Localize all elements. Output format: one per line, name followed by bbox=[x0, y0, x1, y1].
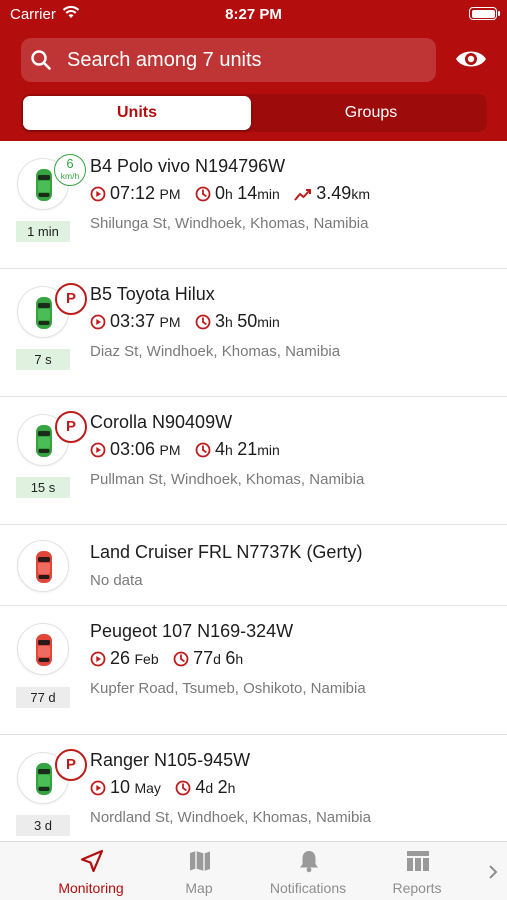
unit-row[interactable]: 6 km/h 1 min B4 Polo vivo N194796W 07:12… bbox=[0, 141, 507, 269]
play-circle-icon bbox=[90, 442, 106, 458]
unit-row[interactable]: P 3 d Ranger N105-945W 10 May 4d 2h Nord… bbox=[0, 735, 507, 841]
unit-row[interactable]: P 7 s B5 Toyota Hilux 03:37 PM 3h 50min … bbox=[0, 269, 507, 397]
tab-reports[interactable]: Reports bbox=[362, 842, 472, 900]
unit-list: 6 km/h 1 min B4 Polo vivo N194796W 07:12… bbox=[0, 141, 507, 841]
battery-icon bbox=[469, 7, 500, 20]
unit-row[interactable]: Land Cruiser FRL N7737K (Gerty) No data bbox=[0, 525, 507, 606]
parked-badge: P bbox=[55, 283, 87, 315]
unit-info-line: 03:06 PM 4h 21min bbox=[90, 439, 290, 465]
parked-badge: P bbox=[55, 411, 87, 443]
unit-info-line: 07:12 PM 0h 14min 3.49km bbox=[90, 183, 380, 209]
eye-icon[interactable] bbox=[455, 46, 487, 77]
duration: 4h 21min bbox=[195, 439, 280, 460]
speed-badge: 6 km/h bbox=[54, 154, 86, 186]
navigation-arrow-icon bbox=[80, 849, 104, 873]
tab-label: Monitoring bbox=[58, 880, 124, 896]
duration: 4d 2h bbox=[175, 777, 235, 798]
clock: 8:27 PM bbox=[225, 6, 282, 23]
bell-icon bbox=[300, 851, 318, 873]
unit-address: No data bbox=[90, 572, 143, 589]
play-circle-icon bbox=[90, 186, 106, 202]
unit-row[interactable]: 77 d Peugeot 107 N169-324W 26 Feb 77d 6h… bbox=[0, 606, 507, 735]
table-icon bbox=[407, 851, 429, 871]
search-placeholder: Search among 7 units bbox=[67, 49, 262, 71]
clock-icon bbox=[175, 780, 191, 796]
unit-name: Ranger N105-945W bbox=[90, 750, 251, 770]
event-date: 26 Feb bbox=[90, 648, 159, 669]
clock-icon bbox=[195, 442, 211, 458]
tab-monitoring[interactable]: Monitoring bbox=[36, 842, 146, 900]
tab-map[interactable]: Map bbox=[144, 842, 254, 900]
search-input[interactable]: Search among 7 units bbox=[21, 38, 436, 82]
unit-address: Pullman St, Windhoek, Khomas, Namibia bbox=[90, 471, 365, 488]
map-icon bbox=[190, 851, 210, 871]
play-circle-icon bbox=[90, 780, 106, 796]
car-icon bbox=[36, 297, 52, 329]
car-icon bbox=[36, 425, 52, 457]
play-circle-icon bbox=[90, 651, 106, 667]
parked-badge: P bbox=[55, 749, 87, 781]
vehicle-avatar bbox=[17, 540, 69, 592]
car-icon bbox=[36, 634, 52, 666]
car-icon bbox=[36, 169, 52, 201]
last-update-age: 15 s bbox=[16, 477, 70, 498]
distance: 3.49km bbox=[294, 183, 370, 204]
unit-address: Diaz St, Windhoek, Khomas, Namibia bbox=[90, 343, 341, 360]
event-date: 10 May bbox=[90, 777, 161, 798]
last-update-age: 77 d bbox=[16, 687, 70, 708]
duration: 3h 50min bbox=[195, 311, 280, 332]
tab-notifications[interactable]: Notifications bbox=[253, 842, 363, 900]
clock-icon bbox=[195, 186, 211, 202]
unit-info-line: 03:37 PM 3h 50min bbox=[90, 311, 290, 337]
last-update-age: 1 min bbox=[16, 221, 70, 242]
car-icon bbox=[36, 763, 52, 795]
tab-units[interactable]: Units bbox=[23, 96, 251, 130]
unit-address: Nordland St, Windhoek, Khomas, Namibia bbox=[90, 809, 371, 826]
unit-info-line: 26 Feb 77d 6h bbox=[90, 648, 253, 674]
trend-up-icon bbox=[294, 189, 312, 201]
search-icon bbox=[30, 49, 52, 76]
unit-name: Peugeot 107 N169-324W bbox=[90, 621, 294, 641]
event-time: 07:12 PM bbox=[90, 183, 181, 204]
tab-label: Notifications bbox=[269, 880, 347, 896]
tab-label: Reports bbox=[392, 880, 442, 896]
play-circle-icon bbox=[90, 314, 106, 330]
duration: 0h 14min bbox=[195, 183, 280, 204]
tab-label: Map bbox=[185, 880, 213, 896]
unit-name: Corolla N90409W bbox=[90, 412, 233, 432]
unit-name: B5 Toyota Hilux bbox=[90, 284, 215, 304]
last-update-age: 3 d bbox=[16, 815, 70, 836]
app-header: Carrier 8:27 PM Search among 7 units Uni… bbox=[0, 0, 507, 141]
speed-value: 6 bbox=[66, 156, 74, 171]
unit-row[interactable]: P 15 s Corolla N90409W 03:06 PM 4h 21min… bbox=[0, 397, 507, 525]
last-update-age: 7 s bbox=[16, 349, 70, 370]
tab-groups[interactable]: Groups bbox=[257, 96, 485, 130]
event-time: 03:06 PM bbox=[90, 439, 181, 460]
unit-name: Land Cruiser FRL N7737K (Gerty) bbox=[90, 542, 363, 562]
units-groups-segmented-control: Units Groups bbox=[21, 94, 487, 132]
clock-icon bbox=[195, 314, 211, 330]
unit-address: Kupfer Road, Tsumeb, Oshikoto, Namibia bbox=[90, 680, 366, 697]
unit-name: B4 Polo vivo N194796W bbox=[90, 156, 286, 176]
tab-bar: Monitoring Map Notifications Reports bbox=[0, 841, 507, 900]
car-icon bbox=[36, 551, 52, 583]
unit-info-line: 10 May 4d 2h bbox=[90, 777, 245, 803]
unit-address: Shilunga St, Windhoek, Khomas, Namibia bbox=[90, 215, 369, 232]
event-time: 03:37 PM bbox=[90, 311, 181, 332]
speed-unit: km/h bbox=[60, 171, 80, 181]
status-bar: Carrier 8:27 PM bbox=[0, 0, 507, 30]
duration: 77d 6h bbox=[173, 648, 243, 669]
chevron-right-icon[interactable] bbox=[488, 864, 498, 885]
vehicle-avatar bbox=[17, 623, 69, 675]
clock-icon bbox=[173, 651, 189, 667]
